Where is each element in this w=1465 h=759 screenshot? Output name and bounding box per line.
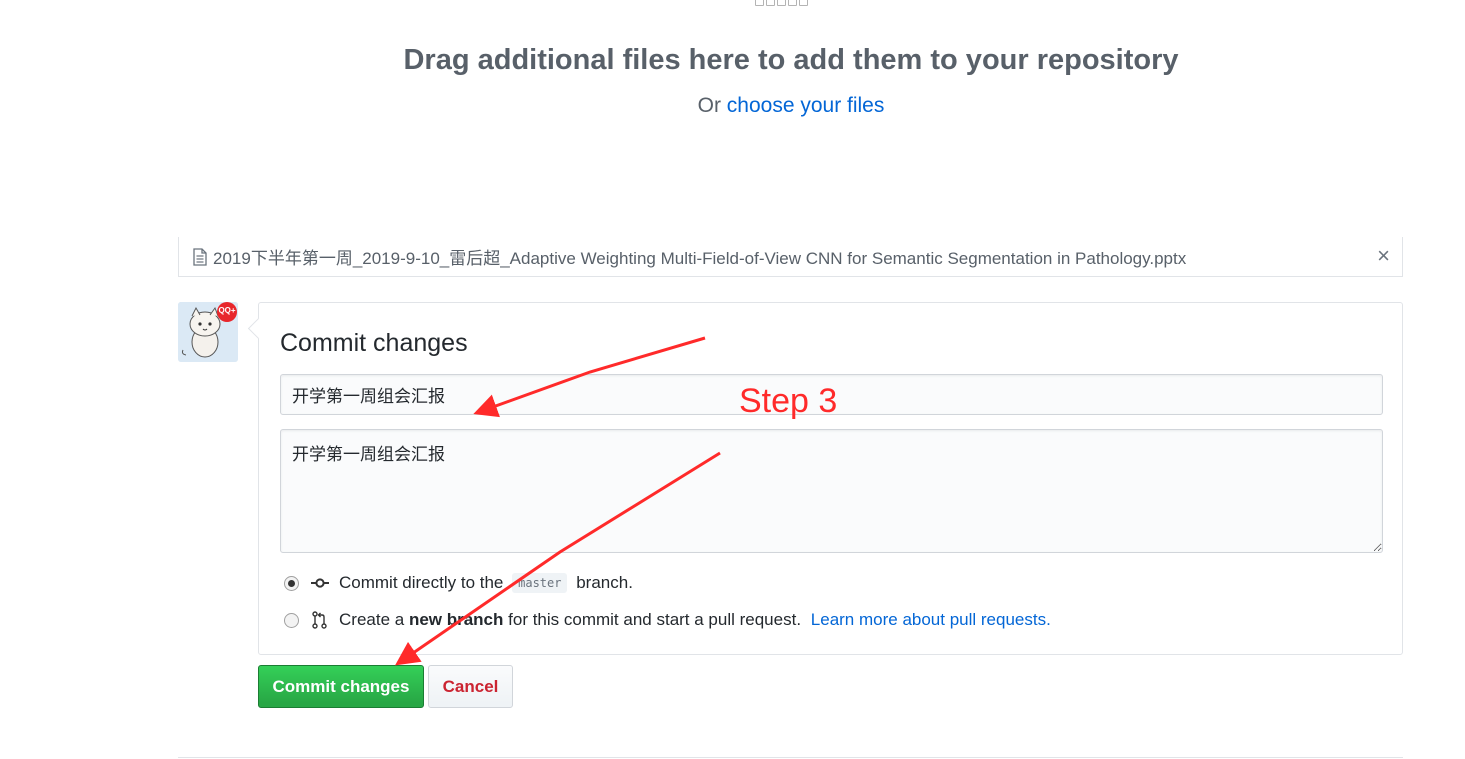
dropzone-title: Drag additional files here to add them t… bbox=[403, 44, 1179, 76]
commit-direct-option[interactable]: Commit directly to the master branch. bbox=[284, 573, 633, 593]
commit-description-input[interactable]: 开学第一周组会汇报 bbox=[280, 429, 1383, 553]
remove-file-button[interactable]: × bbox=[1377, 245, 1390, 267]
new-branch-suffix: for this commit and start a pull request… bbox=[508, 610, 802, 629]
commit-direct-prefix: Commit directly to the bbox=[339, 573, 504, 592]
file-icon bbox=[193, 247, 207, 266]
file-type-icons bbox=[755, 0, 808, 6]
new-branch-option[interactable]: Create a new branch for this commit and … bbox=[284, 610, 1051, 630]
avatar: QQ+ bbox=[178, 302, 238, 362]
divider bbox=[178, 757, 1403, 758]
dropzone-subtitle: Or choose your files bbox=[0, 94, 1465, 118]
cancel-button[interactable]: Cancel bbox=[428, 665, 513, 708]
branch-name: master bbox=[512, 573, 568, 593]
commit-title: Commit changes bbox=[280, 329, 468, 357]
git-pull-request-icon bbox=[312, 611, 327, 629]
learn-more-pull-requests-link[interactable]: Learn more about pull requests. bbox=[811, 610, 1051, 629]
new-branch-prefix: Create a bbox=[339, 610, 405, 629]
new-branch-text: Create a new branch for this commit and … bbox=[339, 610, 1051, 630]
commit-changes-button[interactable]: Commit changes bbox=[258, 665, 424, 708]
new-branch-radio[interactable] bbox=[284, 612, 299, 628]
file-name: 2019下半年第一周_2019-9-10_雷后超_Adaptive Weight… bbox=[213, 249, 1187, 268]
upload-page: Drag additional files here to add them t… bbox=[0, 0, 1465, 759]
commit-direct-text: Commit directly to the master branch. bbox=[339, 573, 633, 593]
annotation-step-label: Step 3 bbox=[739, 382, 838, 420]
choose-files-link[interactable]: choose your files bbox=[727, 94, 885, 117]
dropzone-or-text: Or bbox=[697, 94, 721, 117]
avatar-badge: QQ+ bbox=[218, 306, 236, 315]
git-commit-icon bbox=[311, 578, 329, 588]
uploaded-file-row: 2019下半年第一周_2019-9-10_雷后超_Adaptive Weight… bbox=[178, 237, 1403, 277]
commit-direct-radio[interactable] bbox=[284, 575, 299, 591]
new-branch-bold: new branch bbox=[408, 610, 504, 629]
commit-direct-suffix: branch. bbox=[576, 573, 633, 592]
commit-form: Commit changes 开学第一周组会汇报 Commit directly… bbox=[258, 302, 1403, 655]
